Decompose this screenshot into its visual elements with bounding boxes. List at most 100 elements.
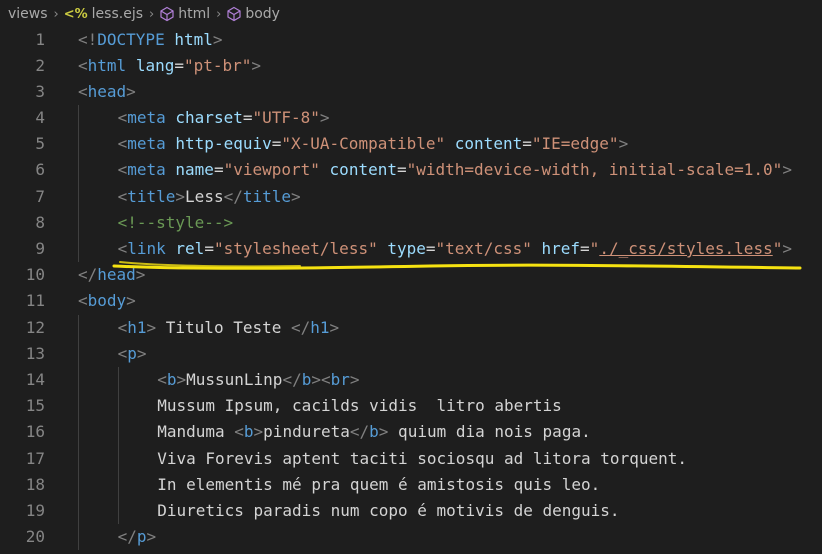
indent-guide (78, 419, 79, 446)
html-element-icon (226, 6, 242, 22)
code-text: Viva Forevis aptent taciti sociosqu ad l… (157, 446, 687, 472)
code-token: > (253, 422, 264, 442)
line-number: 5 (35, 134, 45, 154)
code-token: head (87, 81, 127, 101)
indent-guide (117, 497, 119, 525)
breadcrumb-item-views[interactable]: views (8, 6, 48, 22)
code-text: Manduma <b>pindureta</b> quium dia nois … (157, 419, 591, 445)
code-line[interactable]: 14 <b>MussunLinp</b><br> (0, 366, 822, 394)
code-token: < (78, 55, 88, 75)
code-token: = (396, 160, 407, 180)
code-text: <head> (78, 79, 136, 105)
code-token: > (319, 108, 330, 128)
code-line[interactable]: 10 </head> (0, 262, 822, 288)
code-token: </ (223, 186, 243, 206)
code-token: </ (282, 369, 302, 389)
code-token: < (117, 186, 128, 206)
code-line[interactable]: 11 <body> (0, 288, 822, 314)
code-token: Less (185, 186, 224, 206)
breadcrumb-item-body[interactable]: body (245, 6, 280, 22)
line-number: 15 (25, 396, 45, 416)
code-token: title (242, 186, 292, 206)
code-token: < (117, 343, 128, 363)
breadcrumb: views › <% less.ejs › html › body (0, 0, 822, 28)
code-line[interactable]: 15 Mussum Ipsum, cacilds vidis litro aber… (0, 393, 822, 420)
code-line[interactable]: 19 Diuretics paradis num copo é motivis d… (0, 497, 822, 525)
code-text: In elementis mé pra quem é amistosis qui… (157, 472, 600, 498)
code-line[interactable]: 20 </p> (0, 524, 822, 551)
code-token: < (320, 369, 331, 389)
code-token: = (580, 239, 590, 258)
code-line[interactable]: 8 <!--style--> (0, 209, 822, 236)
code-line[interactable]: 2 <html lang="pt-br"> (0, 53, 822, 79)
code-token: content (329, 160, 397, 180)
code-line[interactable]: 16 Manduma <b>pindureta</b> quium dia noi… (0, 419, 822, 446)
code-token: content (454, 134, 523, 154)
indent-guide (78, 524, 79, 551)
breadcrumb-item-file[interactable]: less.ejs (92, 6, 143, 22)
code-token: < (117, 108, 128, 128)
breadcrumb-item-html[interactable]: html (178, 6, 210, 22)
indent-guide (78, 105, 79, 132)
indent-guide (78, 340, 79, 367)
line-number: 10 (25, 265, 45, 285)
code-token: b (301, 369, 312, 389)
indent-guide (117, 393, 119, 420)
code-line[interactable]: 7 <title>Less</title> (0, 183, 822, 210)
indent-guide (117, 419, 119, 446)
code-token: name (175, 160, 214, 180)
code-token: Diuretics paradis num copo é motivis de … (157, 500, 620, 520)
chevron-right-icon: › (53, 6, 59, 22)
code-token: pindureta (263, 422, 350, 442)
code-text: <h1> Titulo Teste </h1> (118, 315, 340, 341)
code-line[interactable]: 3 <head> (0, 79, 822, 105)
indent-guide (78, 393, 79, 420)
line-number: 18 (25, 474, 45, 494)
code-token: </ (78, 265, 98, 285)
line-number: 20 (25, 527, 45, 547)
code-token: Viva Forevis aptent taciti sociosqu ad l… (157, 448, 687, 468)
code-line[interactable]: 17 Viva Forevis aptent taciti sociosqu ad… (0, 445, 822, 472)
chevron-right-icon: › (216, 6, 222, 22)
code-token: " (772, 239, 783, 258)
code-token: < (78, 291, 88, 311)
code-token: h1 (310, 317, 330, 337)
code-token: < (78, 81, 88, 101)
code-token: In elementis mé pra quem é amistosis qui… (157, 474, 601, 494)
code-token: "X-UA-Compatible" (281, 134, 446, 154)
code-token: > (176, 369, 187, 389)
line-number: 19 (25, 500, 45, 520)
code-line[interactable]: 1 <!DOCTYPE html> (0, 27, 822, 53)
code-text: <link rel="stylesheet/less" type="text/c… (118, 236, 792, 262)
code-token: = (174, 55, 184, 75)
code-token: lang (135, 55, 175, 75)
code-line[interactable]: 13 <p> (0, 340, 822, 367)
code-line[interactable]: 18 In elementis mé pra quem é amistosis q… (0, 471, 822, 498)
line-number: 7 (35, 186, 45, 206)
ejs-file-icon: <% (63, 6, 88, 22)
code-token: DOCTYPE (97, 29, 165, 49)
code-token: p (127, 343, 137, 363)
code-token: > (311, 369, 321, 389)
code-line[interactable]: 6 <meta name="viewport" content="width=de… (0, 157, 822, 184)
code-token: head (97, 265, 136, 285)
indent-guide (117, 445, 119, 472)
code-line[interactable]: 4 <meta charset="UTF-8"> (0, 105, 822, 132)
code-token: > (146, 317, 157, 337)
code-token: < (117, 317, 128, 337)
code-text: <body> (78, 288, 136, 314)
code-line[interactable]: 12 <h1> Titulo Teste </h1> (0, 314, 822, 341)
code-token: p (136, 527, 147, 547)
code-token: " (589, 239, 600, 258)
code-token: </ (291, 317, 311, 337)
code-token: href (541, 239, 581, 258)
code-line[interactable]: 5 <meta http-equiv="X-UA-Compatible" cont… (0, 131, 822, 158)
code-line[interactable]: 9 <link rel="stylesheet/less" type="text/… (0, 236, 822, 263)
code-editor[interactable]: 1 <!DOCTYPE html> 2 <html lang="pt-br"> 3 <he… (0, 27, 822, 551)
code-token: = (425, 239, 436, 258)
